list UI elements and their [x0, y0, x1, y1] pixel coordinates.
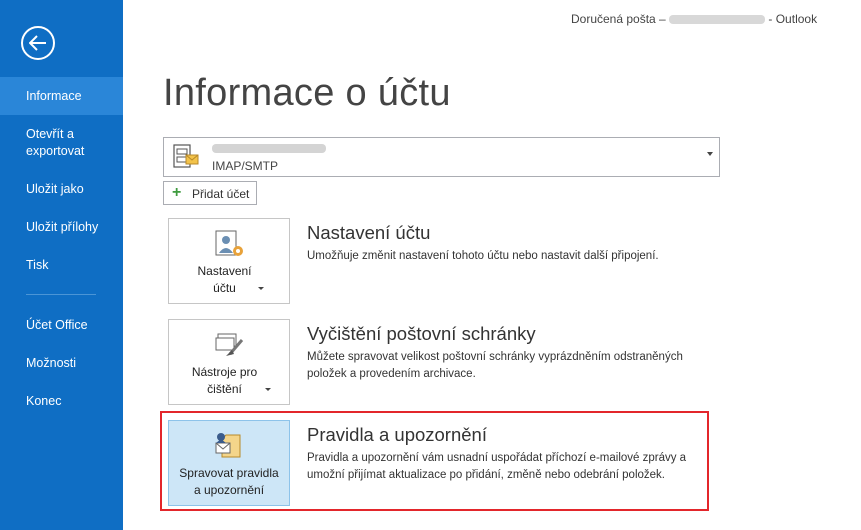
mailbox-cleanup-title: Vyčištění poštovní schránky	[307, 323, 536, 344]
nav-item-ulozit-prilohy[interactable]: Uložit přílohy	[0, 219, 123, 236]
account-mailbox-icon	[173, 144, 199, 168]
account-type: IMAP/SMTP	[212, 159, 279, 173]
nav-item-moznosti[interactable]: Možnosti	[0, 355, 123, 372]
mailbox-cleanup-desc: Můžete spravovat velikost poštovní schrá…	[307, 351, 683, 380]
plus-icon: +	[172, 184, 182, 201]
cleanup-tools-icon	[215, 333, 244, 356]
account-email-redacted	[212, 144, 326, 153]
account-selector[interactable]: IMAP/SMTP	[163, 137, 720, 177]
nav-item-konec[interactable]: Konec	[0, 393, 123, 410]
chevron-down-icon[interactable]	[707, 152, 713, 156]
back-arrow-icon	[29, 35, 46, 51]
account-settings-label: Nastavení účtu	[197, 264, 252, 295]
account-settings-desc: Umožňuje změnit nastavení tohoto účtu ne…	[307, 250, 659, 262]
account-settings-title: Nastavení účtu	[307, 222, 431, 243]
nav-item-ulozit-jako[interactable]: Uložit jako	[0, 181, 123, 198]
backstage-sidebar: Informace Otevřít a exportovat Uložit ja…	[0, 0, 123, 530]
add-account-button[interactable]: + Přidat účet	[163, 181, 257, 205]
nav-divider	[26, 294, 96, 295]
nav-item-otevrit-exportovat[interactable]: Otevřít a exportovat	[0, 126, 100, 160]
redacted-email	[669, 15, 766, 25]
caret-down-icon	[257, 287, 264, 291]
account-settings-button[interactable]: Nastavení účtu	[168, 218, 290, 304]
account-settings-icon	[215, 230, 243, 256]
nav-item-tisk[interactable]: Tisk	[0, 257, 123, 274]
highlight-box	[160, 411, 709, 511]
cleanup-tools-button[interactable]: Nástroje pro čištění	[168, 319, 290, 405]
back-button[interactable]	[21, 26, 55, 60]
page-title: Informace o účtu	[163, 72, 451, 114]
window-title: Doručená pošta – - Outlook	[571, 12, 818, 26]
cleanup-tools-label: Nástroje pro čištění	[191, 365, 258, 396]
nav-item-ucet-office[interactable]: Účet Office	[0, 317, 123, 334]
caret-down-icon	[264, 388, 271, 392]
nav-item-informace[interactable]: Informace	[0, 77, 123, 115]
